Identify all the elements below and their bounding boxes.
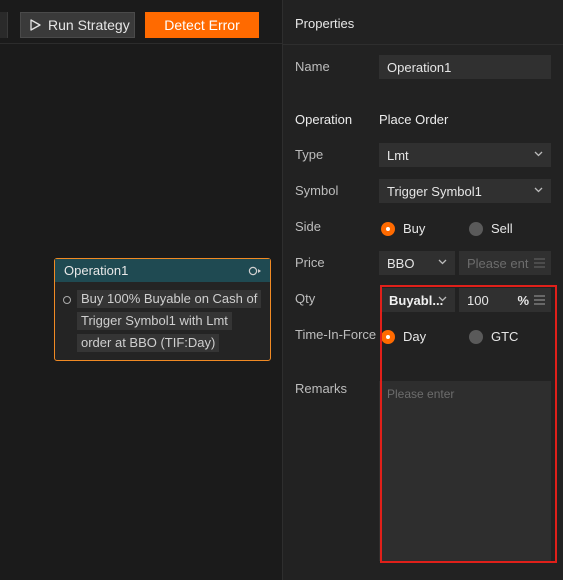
input-port-icon[interactable]: [63, 296, 71, 304]
tif-label: Time-In-Force: [295, 327, 377, 342]
name-label: Name: [295, 59, 330, 74]
toolbar-edge: [0, 12, 8, 38]
canvas-toolbar: Run Strategy Detect Error: [0, 0, 282, 44]
node-description-line: Trigger Symbol1 with Lmt: [77, 312, 232, 330]
qty-mode-value: Buyabl...: [389, 292, 444, 308]
strategy-canvas[interactable]: Run Strategy Detect Error Operation1 Buy…: [0, 0, 282, 580]
side-buy-radio[interactable]: Buy: [381, 221, 425, 236]
price-source-value: BBO: [387, 255, 415, 271]
price-input[interactable]: Please ent: [459, 251, 551, 275]
menu-icon[interactable]: [534, 295, 545, 305]
play-icon: [30, 19, 41, 31]
price-input-placeholder: Please ent: [467, 255, 529, 271]
operation-label: Operation: [295, 112, 353, 127]
radio-unchecked-icon: [469, 221, 483, 236]
name-input[interactable]: Operation1: [379, 55, 551, 79]
type-select-value: Lmt: [387, 147, 409, 163]
qty-label: Qty: [295, 291, 316, 306]
tif-gtc-radio[interactable]: GTC: [469, 329, 518, 344]
node-description-line: order at BBO (TIF:Day): [77, 334, 220, 352]
radio-checked-icon: [381, 221, 395, 236]
qty-value: 100: [467, 292, 489, 308]
chevron-down-icon: [534, 151, 543, 157]
side-sell-radio[interactable]: Sell: [469, 221, 513, 236]
chevron-down-icon: [438, 296, 447, 302]
side-label: Side: [295, 219, 322, 234]
remarks-textarea[interactable]: Please enter: [379, 381, 551, 561]
qty-input[interactable]: 100 %: [459, 288, 551, 312]
price-source-select[interactable]: BBO: [379, 251, 455, 275]
radio-checked-icon: [381, 329, 395, 344]
operation-node[interactable]: Operation1 Buy 100% Buyable on Cash of T…: [54, 258, 271, 361]
tif-gtc-label: GTC: [491, 329, 519, 344]
side-buy-label: Buy: [403, 221, 426, 236]
remarks-label: Remarks: [295, 381, 348, 396]
node-body: Buy 100% Buyable on Cash of Trigger Symb…: [55, 282, 270, 356]
node-title: Operation1: [64, 263, 129, 278]
type-label: Type: [295, 147, 324, 162]
panel-divider: [283, 44, 563, 45]
side-sell-label: Sell: [491, 221, 513, 236]
run-strategy-label: Run Strategy: [48, 17, 130, 33]
symbol-select-value: Trigger Symbol1: [387, 183, 482, 199]
radio-unchecked-icon: [469, 329, 483, 344]
tif-day-radio[interactable]: Day: [381, 329, 426, 344]
menu-icon[interactable]: [534, 258, 545, 268]
panel-title: Properties: [295, 16, 355, 31]
type-select[interactable]: Lmt: [379, 143, 551, 167]
symbol-select[interactable]: Trigger Symbol1: [379, 179, 551, 203]
node-header: Operation1: [55, 259, 270, 282]
qty-mode-select[interactable]: Buyabl...: [381, 288, 455, 312]
node-description-line: Buy 100% Buyable on Cash of: [77, 290, 262, 308]
chevron-down-icon: [438, 259, 447, 265]
chevron-down-icon: [534, 187, 543, 193]
price-label: Price: [295, 255, 325, 270]
run-strategy-button[interactable]: Run Strategy: [20, 12, 135, 38]
symbol-label: Symbol: [295, 183, 339, 198]
detect-error-button[interactable]: Detect Error: [145, 12, 259, 38]
qty-unit: %: [517, 293, 529, 308]
output-port-icon[interactable]: [248, 266, 262, 276]
properties-panel: Properties Name Operation1 Operation Pla…: [282, 0, 563, 580]
tif-day-label: Day: [403, 329, 427, 344]
operation-value: Place Order: [379, 112, 449, 127]
